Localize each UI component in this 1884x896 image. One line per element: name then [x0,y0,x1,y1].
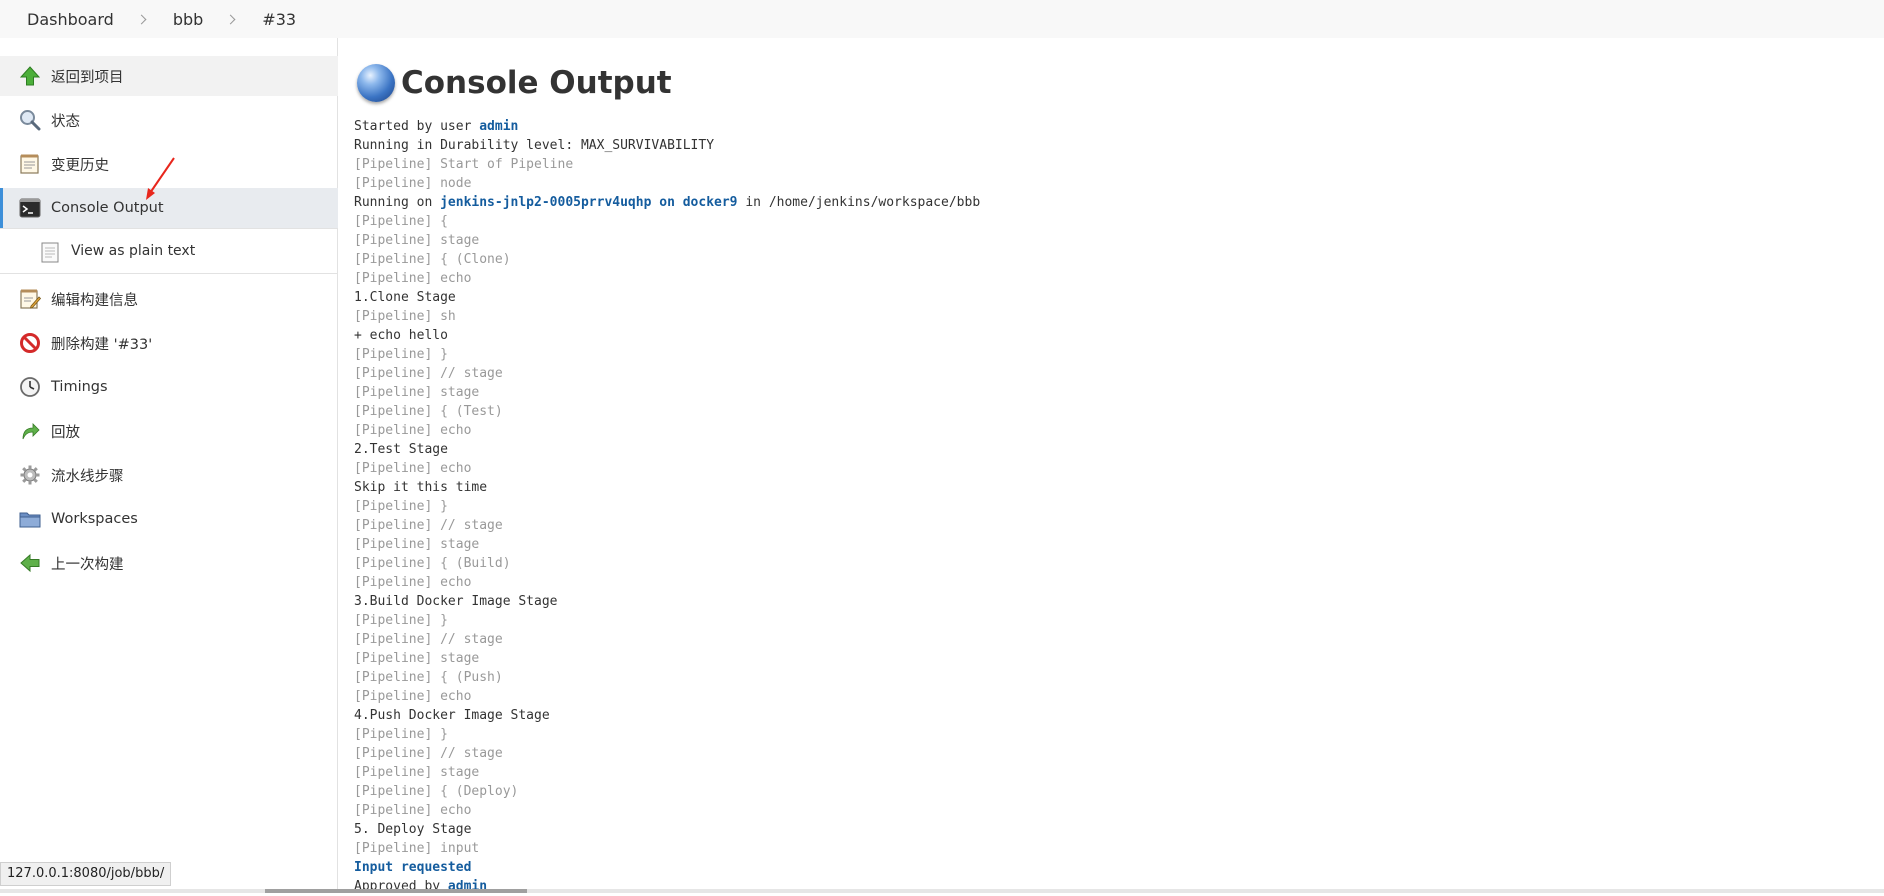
console-line: [Pipeline] stage [354,385,480,400]
breadcrumb: Dashboard bbb #33 [0,0,1884,38]
sidebar-item-label: 变更历史 [51,157,109,174]
console-line: [Pipeline] Start of Pipeline [354,157,574,172]
console-line: 3.Build Docker Image Stage [354,594,558,609]
sidebar-item-workspaces[interactable]: Workspaces [0,499,338,539]
console-line: [Pipeline] } [354,499,448,514]
console-line: [Pipeline] // stage [354,518,503,533]
console-line: Started by user admin [354,119,519,134]
chevron-right-icon [225,14,236,24]
console-line: [Pipeline] // stage [354,632,503,647]
clock-icon [19,376,41,398]
breadcrumb-build[interactable]: #33 [262,10,296,29]
console-line: [Pipeline] stage [354,765,480,780]
left-arrow-icon [19,552,41,574]
up-arrow-icon [19,65,41,87]
annotation-arrow-icon [146,157,175,200]
console-line: [Pipeline] } [354,613,448,628]
console-line: [Pipeline] } [354,727,448,742]
console-line: [Pipeline] echo [354,271,472,286]
console-line: [Pipeline] // stage [354,366,503,381]
sidebar-item-back-to-project[interactable]: 返回到项目 [0,56,338,96]
scrollbar-thumb[interactable] [265,889,527,893]
console-line: [Pipeline] // stage [354,746,503,761]
console-line: [Pipeline] echo [354,423,472,438]
console-line: [Pipeline] } [354,347,448,362]
console-output: Started by user admin Running in Durabil… [354,117,980,896]
sidebar-item-label: 编辑构建信息 [51,292,138,309]
terminal-icon [19,197,41,219]
console-line: 4.Push Docker Image Stage [354,708,550,723]
console-line: [Pipeline] { (Clone) [354,252,511,267]
user-link[interactable]: admin [479,119,518,134]
console-line: Running in Durability level: MAX_SURVIVA… [354,138,715,153]
console-line: + echo hello [354,328,448,343]
console-line: [Pipeline] stage [354,651,480,666]
sidebar-item-timings[interactable]: Timings [0,367,338,407]
sidebar-item-label: 状态 [51,113,80,130]
notepad-pencil-icon [19,288,41,310]
console-line: [Pipeline] echo [354,575,472,590]
console-line: [Pipeline] echo [354,803,472,818]
sidebar-item-replay[interactable]: 回放 [0,411,338,451]
sidebar-item-label: 流水线步骤 [51,468,124,485]
main-content: Console Output Started by user admin Run… [339,38,1884,896]
console-line: [Pipeline] { (Build) [354,556,511,571]
agent-link[interactable]: jenkins-jnlp2-0005prrv4uqhp on docker9 [440,195,737,210]
sidebar-item-status[interactable]: 状态 [0,100,338,140]
sidebar-item-label: 上一次构建 [51,556,124,573]
sidebar-item-edit-build-info[interactable]: 编辑构建信息 [0,279,338,319]
console-line: [Pipeline] stage [354,537,480,552]
console-line: [Pipeline] stage [354,233,480,248]
console-line: [Pipeline] { (Deploy) [354,784,519,799]
sidebar-item-label: 返回到项目 [51,69,124,86]
page-title: Console Output [401,65,672,101]
breadcrumb-job[interactable]: bbb [173,10,203,29]
sidebar-item-label: View as plain text [71,243,196,259]
document-icon [41,242,59,263]
console-line: [Pipeline] echo [354,461,472,476]
sidebar-item-label: 回放 [51,424,80,441]
console-line: [Pipeline] { (Test) [354,404,503,419]
console-line: [Pipeline] input [354,841,480,856]
sidebar-item-previous-build[interactable]: 上一次构建 [0,543,338,583]
console-line: [Pipeline] node [354,176,472,191]
console-line: Skip it this time [354,480,488,495]
notepad-icon [19,153,41,175]
magnifier-icon [19,109,41,131]
console-line: 2.Test Stage [354,442,448,457]
gear-icon [19,464,41,486]
sidebar-item-label: Timings [51,379,108,395]
status-bar-url: 127.0.0.1:8080/job/bbb/ [0,862,172,886]
breadcrumb-dashboard[interactable]: Dashboard [27,10,114,29]
console-line: [Pipeline] { [354,214,448,229]
console-line: [Pipeline] sh [354,309,456,324]
folder-icon [19,508,41,530]
console-line: Running on jenkins-jnlp2-0005prrv4uqhp o… [354,195,981,210]
sidebar-item-label: Workspaces [51,511,138,527]
sidebar-item-label: 删除构建 '#33' [51,336,153,353]
page-header: Console Output [357,64,672,102]
no-entry-icon [19,332,41,354]
sidebar-item-pipeline-steps[interactable]: 流水线步骤 [0,455,338,495]
input-requested-link[interactable]: Input requested [354,860,471,875]
console-line: 5. Deploy Stage [354,822,472,837]
redo-arrow-icon [19,420,41,442]
sidebar-item-delete-build[interactable]: 删除构建 '#33' [0,323,338,363]
console-line: [Pipeline] { (Push) [354,670,503,685]
sidebar-item-view-plain-text[interactable]: View as plain text [0,228,338,274]
console-line: [Pipeline] echo [354,689,472,704]
chevron-right-icon [136,14,147,24]
console-line: 1.Clone Stage [354,290,456,305]
blue-ball-icon [357,64,395,102]
